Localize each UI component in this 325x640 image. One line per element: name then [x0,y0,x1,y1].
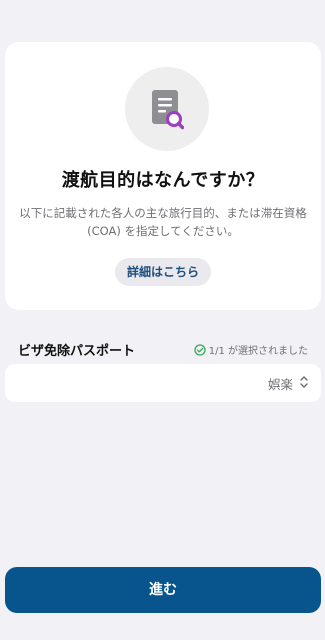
selection-status-text: 1/1 が選択されました [208,346,308,357]
icon-circle [125,67,209,151]
document-search-icon [152,90,184,130]
chevron-updown-icon [300,376,308,388]
section-label: ビザ免除パスポート [18,344,136,359]
proceed-button[interactable]: 進む [5,567,321,613]
check-circle-icon [194,343,206,356]
purpose-select-value: 娯楽 [267,377,293,392]
purpose-select[interactable]: 娯楽 [5,364,321,402]
details-button[interactable]: 詳細はこちら [115,258,211,286]
passport-section-header: ビザ免除パスポート 1/1 が選択されました [18,340,308,360]
description-text: 以下に記載された各人の主な旅行目的、または滞在資格 (COA) を指定してくださ… [19,206,307,238]
page-title: 渡航目的はなんですか？ [61,170,265,191]
selection-status: 1/1 が選択されました [194,342,308,357]
travel-purpose-card: 渡航目的はなんですか？ 以下に記載された各人の主な旅行目的、または滞在資格 (C… [5,42,321,310]
screen: 渡航目的はなんですか？ 以下に記載された各人の主な旅行目的、または滞在資格 (C… [0,0,325,640]
